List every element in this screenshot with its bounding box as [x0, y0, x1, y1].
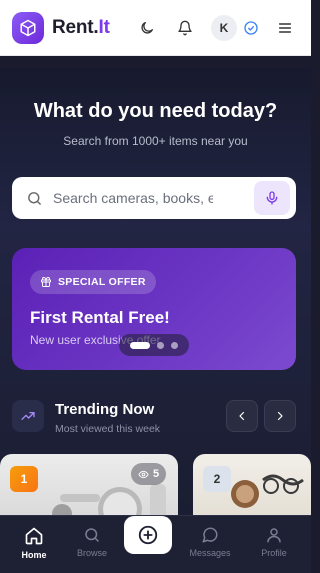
create-listing-button[interactable]: [124, 516, 172, 554]
user-icon: [267, 528, 281, 543]
top-bar: Rent.It K: [0, 0, 311, 56]
carousel-indicator: [119, 334, 189, 356]
menu-icon: [278, 23, 292, 33]
eye-icon: [138, 470, 149, 478]
search-bar: [12, 177, 296, 219]
chat-icon: [202, 527, 218, 543]
carousel-dot[interactable]: [171, 341, 178, 349]
cube-icon: [20, 19, 36, 36]
avatar[interactable]: K: [211, 15, 237, 41]
scroll-left-button[interactable]: [226, 400, 258, 432]
bell-icon: [178, 20, 192, 36]
hero-title: What do you need today?: [33, 100, 278, 122]
chevron-left-icon: [239, 411, 245, 421]
promo-title: First Rental Free!: [30, 308, 170, 327]
trending-up-icon: [21, 412, 35, 420]
plus-circle-icon: [138, 525, 158, 545]
search-icon: [28, 191, 41, 205]
home-icon: [25, 527, 43, 545]
nav-item-home[interactable]: Home: [9, 526, 59, 560]
bottom-navigation: Home Browse Messages Profile: [0, 515, 311, 573]
carousel-dot-active[interactable]: [130, 341, 150, 349]
hero-subtitle: Search from 1000+ items near you: [63, 134, 248, 148]
views-badge: 5: [131, 463, 167, 485]
hero-section: What do you need today? Search from 1000…: [0, 68, 311, 518]
verified-icon: [244, 21, 258, 35]
trending-icon-box: [12, 400, 44, 432]
carousel-dot[interactable]: [157, 341, 164, 349]
section-title: Trending Now: [55, 401, 155, 418]
promo-badge: SPECIAL OFFER: [30, 270, 156, 294]
voice-search-button[interactable]: [254, 181, 290, 215]
theme-toggle-button[interactable]: [133, 14, 161, 42]
scroll-right-button[interactable]: [264, 400, 296, 432]
gift-icon: [41, 277, 51, 287]
search-input[interactable]: [53, 190, 213, 206]
nav-item-browse[interactable]: Browse: [67, 526, 117, 558]
chevron-right-icon: [277, 411, 283, 421]
notifications-button[interactable]: [171, 14, 199, 42]
trending-card[interactable]: 2: [193, 454, 311, 524]
rank-badge: 1: [10, 466, 38, 492]
menu-button[interactable]: [271, 14, 299, 42]
logo[interactable]: [12, 11, 44, 44]
nav-item-profile[interactable]: Profile: [249, 526, 299, 558]
moon-icon: [141, 22, 153, 34]
rank-badge: 2: [203, 466, 231, 492]
search-icon: [85, 528, 99, 542]
nav-item-messages[interactable]: Messages: [185, 526, 235, 558]
section-subtitle: Most viewed this week: [55, 423, 161, 435]
trending-card[interactable]: 1 5: [0, 454, 178, 524]
mic-icon: [266, 191, 278, 205]
brand-name: Rent.It: [52, 16, 110, 38]
